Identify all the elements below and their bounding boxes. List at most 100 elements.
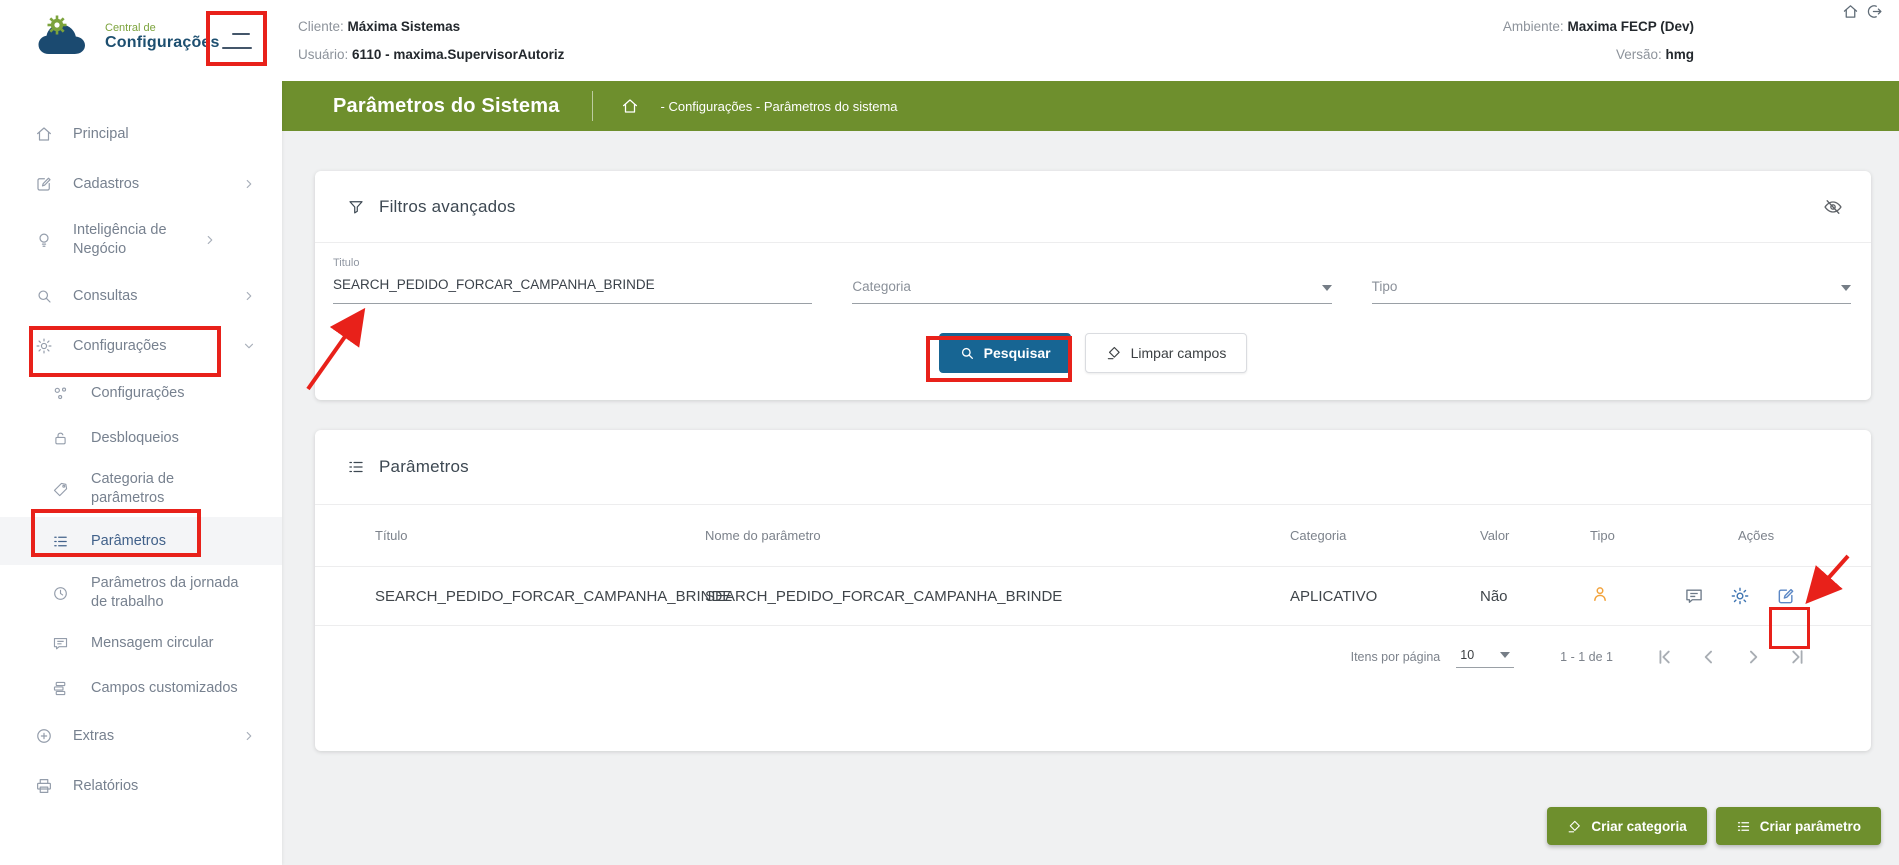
chevron-right-icon xyxy=(242,177,256,191)
sidebar-item-cadastros[interactable]: Cadastros xyxy=(0,159,282,209)
tag-icon xyxy=(52,481,69,498)
sidebar-subitem-parametros[interactable]: Parâmetros xyxy=(0,517,282,565)
sidebar-subitem-configuracoes[interactable]: Configurações xyxy=(0,371,282,416)
clock-icon xyxy=(52,585,69,602)
parameters-card-header: Parâmetros xyxy=(315,430,1871,504)
lightbulb-icon xyxy=(35,231,53,249)
sidebar-subitem-desbloqueios[interactable]: Desbloqueios xyxy=(0,416,282,461)
app-root: Central de Configurações Cliente: Máxima… xyxy=(0,0,1899,865)
pesquisar-button-label: Pesquisar xyxy=(983,345,1051,361)
user-icon xyxy=(1590,584,1610,604)
sidebar-item-label: Desbloqueios xyxy=(91,430,179,446)
sidebar-item-relatorios[interactable]: Relatórios xyxy=(0,761,282,811)
printer-icon xyxy=(35,777,53,795)
gear-icon[interactable] xyxy=(1730,586,1750,606)
home-icon xyxy=(35,125,53,143)
menu-toggle-button[interactable] xyxy=(210,13,265,63)
prev-page-icon[interactable] xyxy=(1699,647,1719,667)
versao-label: Versão: xyxy=(1615,47,1662,62)
logout-icon[interactable] xyxy=(1866,3,1883,20)
chevron-right-icon xyxy=(242,289,256,303)
sidebar-item-consultas[interactable]: Consultas xyxy=(0,271,282,321)
sidebar-item-label: Parâmetros da jornada de trabalho xyxy=(91,575,239,610)
criar-categoria-label: Criar categoria xyxy=(1591,818,1687,834)
sidebar-item-principal[interactable]: Principal xyxy=(0,109,282,159)
sidebar-subitem-parametros-da-jornada[interactable]: Parâmetros da jornada de trabalho xyxy=(0,565,282,621)
column-header-nome: Nome do parâmetro xyxy=(705,528,821,543)
column-header-acoes: Ações xyxy=(1738,528,1775,543)
edit-icon[interactable] xyxy=(1776,586,1796,606)
breadcrumb: - Configurações - Parâmetros do sistema xyxy=(621,97,898,115)
sidebar-subitem-mensagem-circular[interactable]: Mensagem circular xyxy=(0,621,282,666)
hub-icon xyxy=(52,385,69,402)
sidebar: Principal Cadastros Inteligência de Negó… xyxy=(0,81,282,865)
items-per-page-label: Itens por página xyxy=(1350,650,1441,664)
column-header-titulo: Título xyxy=(375,528,408,543)
pagination-range: 1 - 1 de 1 xyxy=(1560,650,1613,664)
limpar-campos-button[interactable]: Limpar campos xyxy=(1084,333,1248,373)
home-icon[interactable] xyxy=(1842,3,1859,20)
sidebar-item-label: Mensagem circular xyxy=(91,635,214,651)
tipo-select[interactable]: Tipo xyxy=(1371,257,1851,304)
sidebar-subitem-categoria-de-parametros[interactable]: Categoria de parâmetros xyxy=(0,461,282,517)
dropdown-caret-icon xyxy=(1321,285,1332,291)
gear-icon xyxy=(35,337,53,355)
usuario-label: Usuário: xyxy=(298,47,349,62)
search-icon xyxy=(35,287,53,305)
logo-line2: Configurações xyxy=(105,34,220,51)
sidebar-item-label: Categoria de parâmetros xyxy=(91,471,175,506)
titulo-input[interactable] xyxy=(333,277,813,292)
usuario-line: Usuário: 6110 - maxima.SupervisorAutoriz xyxy=(298,41,564,69)
sidebar-item-inteligencia-de-negocio[interactable]: Inteligência de Negócio xyxy=(0,209,282,271)
cell-valor: Não xyxy=(1480,587,1508,605)
pagination: Itens por página 10 1 - 1 de 1 xyxy=(315,626,1871,688)
next-page-icon[interactable] xyxy=(1743,647,1763,667)
tag-icon xyxy=(1567,819,1582,834)
logo-line1: Central de xyxy=(105,22,156,34)
ambiente-value: Maxima FECP (Dev) xyxy=(1567,19,1694,34)
ambiente-label: Ambiente: xyxy=(1502,19,1564,34)
breadcrumb-home-icon[interactable] xyxy=(621,97,639,115)
criar-parametro-label: Criar parâmetro xyxy=(1759,818,1861,834)
chevron-right-icon xyxy=(203,233,217,247)
sidebar-item-label: Configurações xyxy=(73,337,167,354)
column-header-categoria: Categoria xyxy=(1290,528,1347,543)
message-icon xyxy=(52,635,69,652)
cloud-gear-logo-icon xyxy=(35,14,95,60)
session-info: Cliente: Máxima Sistemas Usuário: 6110 -… xyxy=(298,13,564,69)
cell-titulo: SEARCH_PEDIDO_FORCAR_CAMPANHA_BRINDE xyxy=(375,587,733,605)
criar-parametro-button[interactable]: Criar parâmetro xyxy=(1715,807,1881,845)
items-per-page-select[interactable]: 10 xyxy=(1456,646,1515,668)
footer-buttons: Criar categoria Criar parâmetro xyxy=(1547,807,1881,845)
sidebar-item-label: Inteligência de Negócio xyxy=(73,222,167,257)
versao-value: hmg xyxy=(1665,47,1695,62)
sidebar-subitem-campos-customizados[interactable]: Campos customizados xyxy=(0,666,282,711)
filter-card: Filtros avançados Titulo Categoria Tipo xyxy=(315,171,1871,400)
last-page-icon[interactable] xyxy=(1787,647,1807,667)
first-page-icon[interactable] xyxy=(1655,647,1675,667)
app-title: Central de Configurações xyxy=(105,22,220,52)
sidebar-item-extras[interactable]: Extras xyxy=(0,711,282,761)
eye-off-icon[interactable] xyxy=(1823,197,1843,217)
items-per-page-value: 10 xyxy=(1460,648,1475,662)
row-actions xyxy=(1680,586,1856,606)
filter-buttons: Pesquisar Limpar campos xyxy=(315,333,1871,373)
breadcrumb-text: - Configurações - Parâmetros do sistema xyxy=(660,98,898,114)
versao-line: Versão: hmg xyxy=(1503,41,1694,69)
column-header-tipo: Tipo xyxy=(1590,528,1615,543)
pesquisar-button[interactable]: Pesquisar xyxy=(938,333,1071,373)
sidebar-item-label: Consultas xyxy=(73,287,138,304)
page-title: Parâmetros do Sistema xyxy=(333,94,560,117)
filter-card-header: Filtros avançados xyxy=(315,171,1871,242)
sidebar-item-configuracoes[interactable]: Configurações xyxy=(0,321,282,371)
tipo-placeholder: Tipo xyxy=(1371,279,1398,294)
comment-icon[interactable] xyxy=(1684,586,1704,606)
criar-categoria-button[interactable]: Criar categoria xyxy=(1547,807,1707,845)
usuario-value: 6110 - maxima.SupervisorAutoriz xyxy=(352,47,565,62)
parameters-card-title: Parâmetros xyxy=(379,457,469,476)
header-actions xyxy=(1842,3,1883,20)
top-header: Central de Configurações Cliente: Máxima… xyxy=(0,0,1899,81)
search-icon xyxy=(959,345,975,361)
categoria-select[interactable]: Categoria xyxy=(852,257,1332,304)
cell-tipo xyxy=(1590,584,1680,608)
